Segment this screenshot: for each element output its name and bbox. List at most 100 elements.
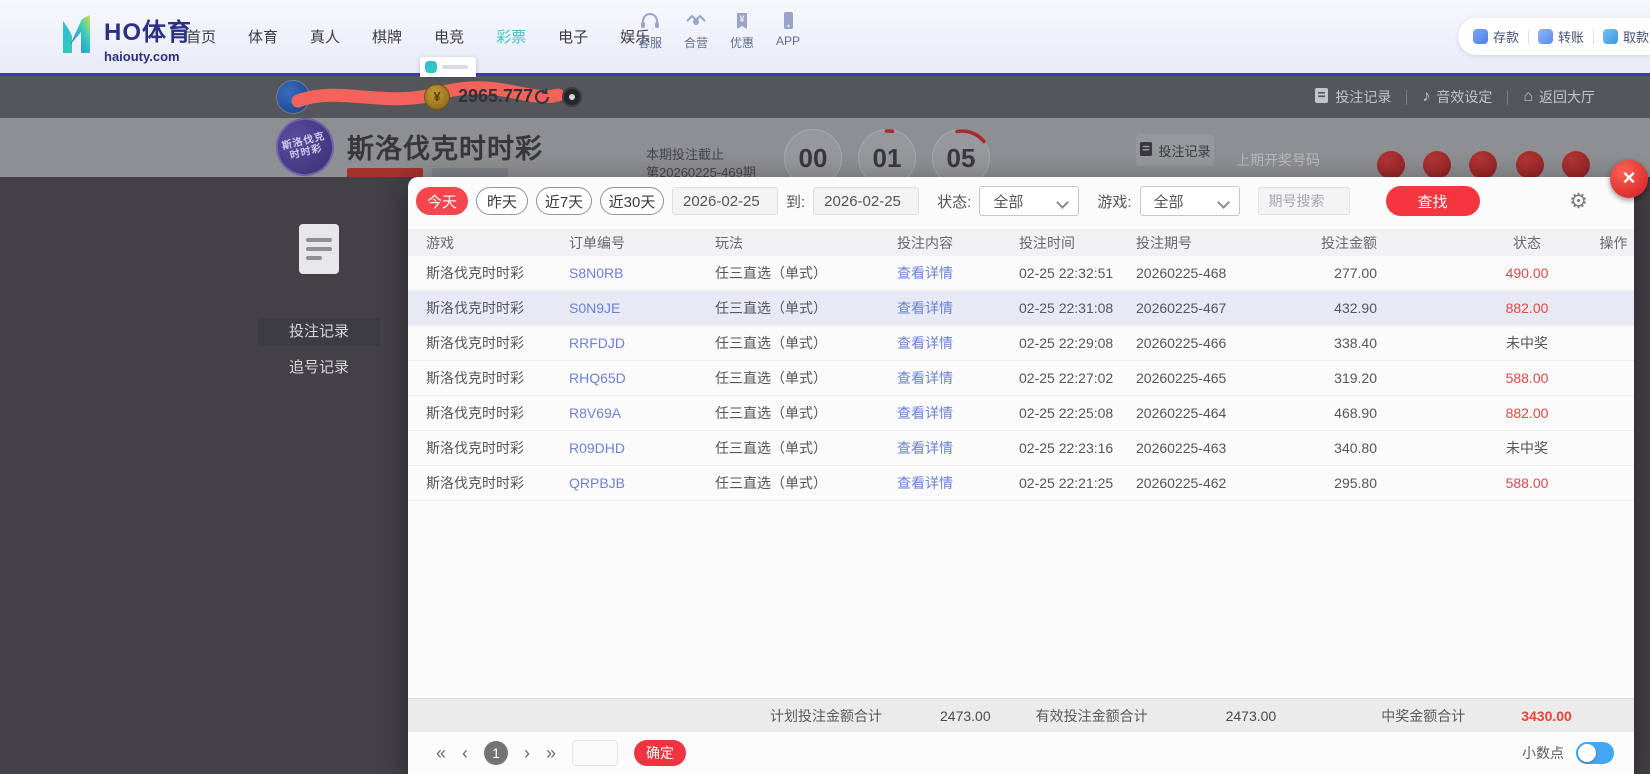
partner-button[interactable]: 合营 [684,11,708,51]
modal-close-button[interactable]: × [1610,160,1648,198]
view-detail-link[interactable]: 查看详情 [897,298,1019,318]
deposit-button[interactable]: 存款 [1473,27,1519,46]
main-menu: 首页 体育 真人 棋牌 电竞 彩票 电子 娱乐 [176,0,660,73]
bet-records-table: 游戏 订单编号 玩法 投注内容 投注时间 投注期号 投注金额 状态 操作 斯洛伐… [408,229,1634,501]
handshake-icon [685,11,707,31]
order-id-link[interactable]: S0N9JE [569,300,715,316]
order-id-link[interactable]: RRFDJD [569,335,715,351]
sidebar-item-chase-records[interactable]: 追号记录 [258,354,380,382]
status-select-value: 全部 [993,193,1024,211]
decimal-point-label: 小数点 [1522,745,1564,761]
quick-label: 合营 [684,36,709,50]
first-page-button[interactable]: « [436,744,446,762]
view-detail-link[interactable]: 查看详情 [897,438,1019,458]
transfer-button[interactable]: 转账 [1538,27,1584,46]
app-download-button[interactable]: APP [776,11,800,51]
status-badge: 882.00 [1505,405,1549,421]
top-nav: HO体育 haiouty.com 首页 体育 真人 棋牌 电竞 彩票 电子 娱乐 [0,0,1650,73]
page-jump-confirm-button[interactable]: 确定 [634,740,687,766]
table-row: 斯洛伐克时时彩 S0N9JE 任三直选（单式） 查看详情 02-25 22:31… [408,291,1634,326]
record-document-icon [299,224,339,274]
balance-amount: 2965.777 [458,86,534,106]
totals-bar: 计划投注金额合计 2473.00 有效投注金额合计 2473.00 中奖金额合计… [408,698,1634,732]
quick-label: 客服 [638,36,663,50]
site-logo[interactable]: HO体育 haiouty.com [56,12,192,64]
filter-last30-button[interactable]: 近30天 [600,187,664,215]
back-to-lobby-link[interactable]: ⌂ 返回大厅 [1523,87,1595,107]
planned-total-label: 计划投注金额合计 [770,707,882,724]
phone-icon [777,11,799,31]
divider [1406,89,1408,105]
menu-item-esports[interactable]: 电竞 [424,20,474,53]
sound-settings-link[interactable]: ♪ 音效设定 [1422,87,1492,107]
svg-text:¥: ¥ [740,14,745,24]
status-badge: 588.00 [1505,370,1549,386]
game-title: 斯洛伐克时时彩 [347,134,543,164]
date-from-input[interactable] [672,187,778,215]
valid-total-value: 2473.00 [1225,707,1277,724]
promo-button[interactable]: ¥ 优惠 [730,11,754,51]
game-label: 游戏: [1097,193,1132,211]
draw-ball [1423,151,1451,179]
status-badge: 882.00 [1505,300,1549,316]
col-status: 状态 [1513,234,1541,251]
menu-item-slots[interactable]: 电子 [548,20,598,53]
menu-item-home[interactable]: 首页 [176,20,226,53]
period-search-input[interactable] [1257,187,1350,215]
deadline-label: 本期投注截止 [646,147,725,162]
draw-ball [1377,151,1405,179]
menu-item-sports[interactable]: 体育 [238,20,288,53]
view-detail-link[interactable]: 查看详情 [897,368,1019,388]
sidebar-item-bet-records[interactable]: 投注记录 [258,318,380,346]
filter-last7-button[interactable]: 近7天 [536,187,592,215]
back-to-lobby-label: 返回大厅 [1539,89,1595,105]
pagination-bar: « ‹ 1 › » 确定 小数点 [408,732,1634,774]
order-id-link[interactable]: R8V69A [569,405,715,421]
customer-service-button[interactable]: 客服 [638,11,662,51]
game-select[interactable]: 全部 [1139,186,1240,216]
screen: HO体育 haiouty.com 首页 体育 真人 棋牌 电竞 彩票 电子 娱乐 [0,0,1650,774]
header-bet-record-label: 投注记录 [1158,143,1211,159]
decimal-point-toggle[interactable] [1576,742,1614,764]
document-icon [1314,87,1329,107]
quick-label: 优惠 [730,36,755,50]
win-total-value: 3430.00 [1521,707,1572,724]
menu-item-live[interactable]: 真人 [300,20,350,53]
view-detail-link[interactable]: 查看详情 [897,403,1019,423]
last-page-button[interactable]: » [546,744,556,762]
hide-balance-eye-icon[interactable] [562,87,582,107]
lottery-dropdown-hint[interactable] [420,57,476,77]
order-id-link[interactable]: S8N0RB [569,265,715,281]
menu-item-lottery[interactable]: 彩票 [486,20,536,53]
page-jump-input[interactable] [572,740,619,766]
status-select[interactable]: 全部 [979,186,1080,216]
order-id-link[interactable]: RHQ65D [569,370,715,386]
view-detail-link[interactable]: 查看详情 [897,473,1019,493]
search-button[interactable]: 查找 [1385,186,1480,216]
prev-page-button[interactable]: ‹ [462,744,468,762]
date-to-input[interactable] [813,187,920,215]
withdraw-button[interactable]: 取款 [1603,27,1649,46]
view-detail-link[interactable]: 查看详情 [897,333,1019,353]
coupon-icon: ¥ [731,11,753,31]
current-page-indicator[interactable]: 1 [484,741,509,765]
filter-today-button[interactable]: 今天 [416,187,468,215]
order-id-link[interactable]: QRPBJB [569,475,715,491]
bet-record-link[interactable]: 投注记录 [1314,87,1391,107]
transfer-label: 转账 [1558,30,1585,45]
order-id-link[interactable]: R09DHD [569,440,715,456]
col-period: 投注期号 [1136,234,1192,251]
status-badge: 未中奖 [1506,440,1548,456]
col-content: 投注内容 [897,234,953,251]
header-bet-record-button[interactable]: 投注记录 [1136,134,1214,166]
view-detail-link[interactable]: 查看详情 [897,263,1019,283]
refresh-balance-icon[interactable] [532,87,552,112]
filter-yesterday-button[interactable]: 昨天 [476,187,528,215]
col-time: 投注时间 [1019,234,1075,251]
menu-item-cards[interactable]: 棋牌 [362,20,412,53]
col-game: 游戏 [426,234,454,251]
next-page-button[interactable]: › [524,744,530,762]
draw-ball [1469,151,1497,179]
col-order: 订单编号 [569,234,625,251]
gear-icon[interactable]: ⚙ [1569,191,1588,212]
